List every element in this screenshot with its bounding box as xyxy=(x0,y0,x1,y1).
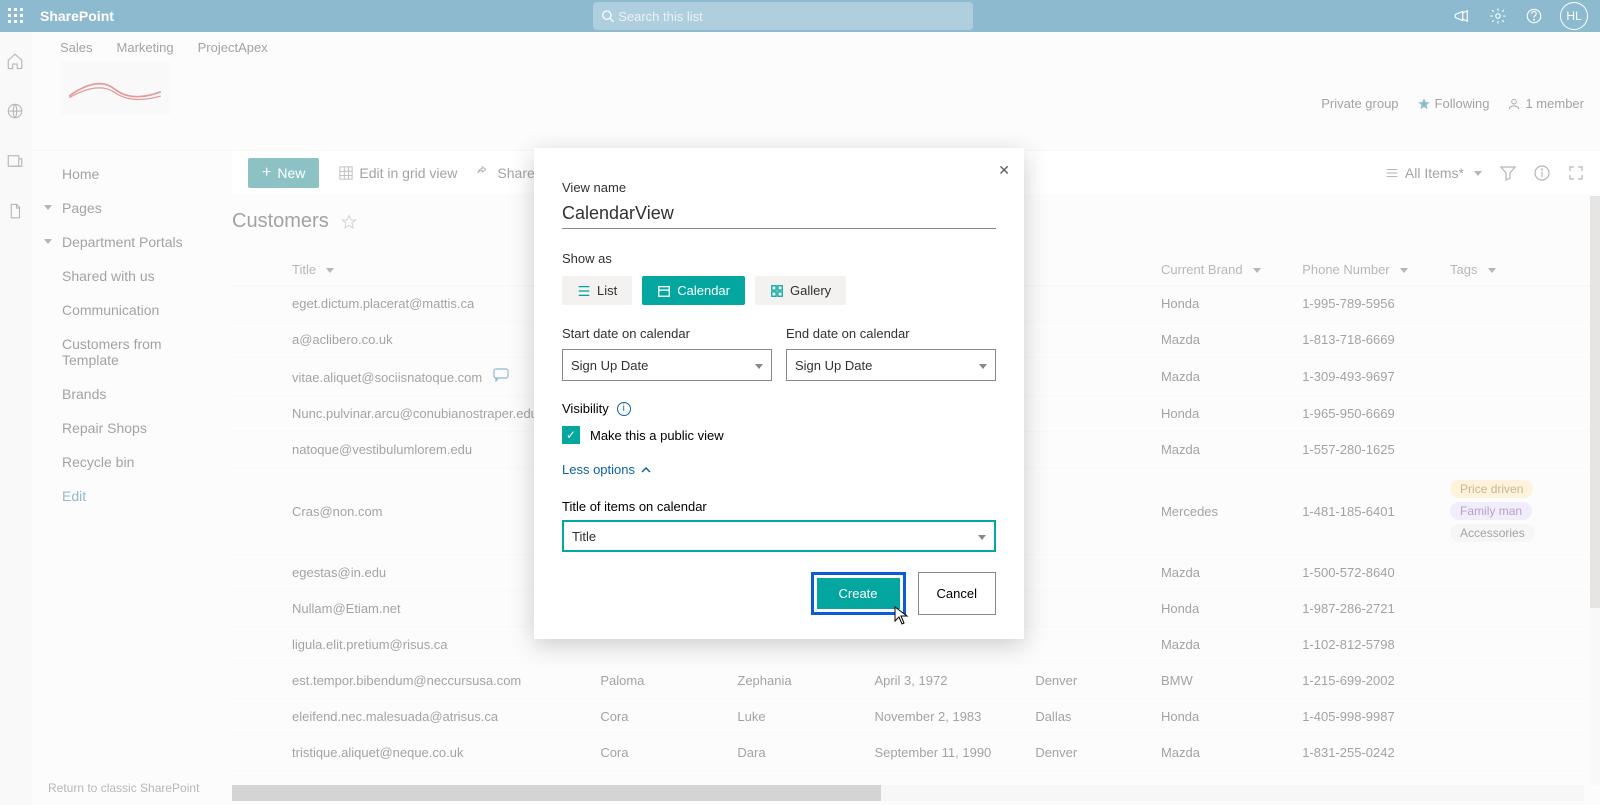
visibility-label: Visibility xyxy=(562,401,609,416)
start-date-select[interactable]: Sign Up Date xyxy=(562,349,772,381)
title-items-label: Title of items on calendar xyxy=(562,499,996,514)
less-options-toggle[interactable]: Less options xyxy=(562,462,651,477)
show-as-calendar[interactable]: Calendar xyxy=(642,276,745,305)
view-name-input[interactable] xyxy=(562,197,996,229)
public-view-checkbox-label: Make this a public view xyxy=(590,428,724,443)
close-button[interactable]: ✕ xyxy=(998,162,1010,179)
end-date-label: End date on calendar xyxy=(786,326,910,341)
create-button-highlight: Create xyxy=(811,572,906,615)
show-as-gallery[interactable]: Gallery xyxy=(755,276,846,305)
show-as-label: Show as xyxy=(562,251,996,266)
show-as-list[interactable]: List xyxy=(562,276,632,305)
view-name-label: View name xyxy=(562,180,996,195)
create-view-dialog: ✕ View name Show as List Calendar Galler… xyxy=(534,148,1024,639)
create-button[interactable]: Create xyxy=(817,578,900,609)
visibility-info-icon[interactable]: i xyxy=(617,402,631,416)
title-items-select[interactable]: Title xyxy=(562,520,996,552)
end-date-select[interactable]: Sign Up Date xyxy=(786,349,996,381)
public-view-checkbox[interactable]: ✓ xyxy=(562,426,580,444)
start-date-label: Start date on calendar xyxy=(562,326,690,341)
cancel-button[interactable]: Cancel xyxy=(918,572,996,615)
